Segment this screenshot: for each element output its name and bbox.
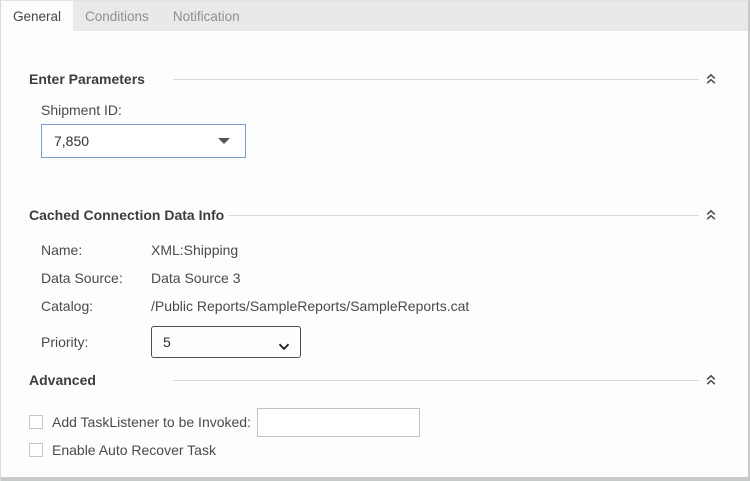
section-divider-line	[228, 214, 699, 216]
collapse-section-icon[interactable]	[705, 374, 717, 386]
info-row-name: Name: XML:Shipping	[41, 241, 748, 259]
chevron-down-icon	[278, 338, 290, 354]
info-row-data-source: Data Source: Data Source 3	[41, 269, 748, 287]
horizontal-scrollbar[interactable]	[1, 477, 748, 481]
tab-notification[interactable]: Notification	[161, 1, 252, 31]
autorecover-label: Enable Auto Recover Task	[52, 442, 216, 458]
section-title-cached-connection: Cached Connection Data Info	[29, 207, 225, 223]
shipment-id-label: Shipment ID:	[41, 102, 122, 118]
collapse-section-icon[interactable]	[705, 73, 717, 85]
shipment-id-combobox[interactable]: 7,850	[41, 124, 246, 158]
section-divider-line	[173, 78, 699, 80]
section-title-enter-parameters: Enter Parameters	[29, 71, 145, 87]
tasklistener-checkbox[interactable]	[29, 415, 43, 429]
section-header-enter-parameters: Enter Parameters	[29, 69, 717, 89]
tasklistener-input[interactable]	[256, 407, 420, 437]
section-divider-line	[173, 379, 699, 381]
tab-conditions-label: Conditions	[85, 8, 149, 24]
caret-down-icon	[218, 138, 230, 144]
task-properties-dialog: General Conditions Notification Enter Pa…	[0, 0, 750, 481]
priority-label: Priority:	[41, 334, 89, 350]
tab-bar: General Conditions Notification	[1, 1, 748, 31]
data-source-value: Data Source 3	[151, 270, 241, 286]
catalog-label: Catalog:	[41, 298, 94, 314]
section-header-cached-connection: Cached Connection Data Info	[29, 205, 717, 225]
data-source-label: Data Source:	[41, 270, 123, 286]
priority-select[interactable]: 5	[151, 326, 301, 358]
tab-notification-label: Notification	[172, 8, 240, 24]
name-value: XML:Shipping	[151, 242, 239, 258]
priority-row: Priority: 5	[41, 326, 748, 358]
tab-conditions[interactable]: Conditions	[73, 1, 161, 31]
section-title-advanced: Advanced	[29, 372, 96, 388]
autorecover-row: Enable Auto Recover Task	[29, 440, 748, 460]
collapse-section-icon[interactable]	[705, 209, 717, 221]
name-label: Name:	[41, 242, 83, 258]
catalog-value: /Public Reports/SampleReports/SampleRepo…	[151, 298, 470, 314]
info-row-catalog: Catalog: /Public Reports/SampleReports/S…	[41, 297, 748, 315]
autorecover-checkbox[interactable]	[29, 443, 43, 457]
tasklistener-label: Add TaskListener to be Invoked:	[52, 414, 251, 430]
shipment-id-value: 7,850	[54, 133, 90, 149]
tab-general[interactable]: General	[1, 1, 74, 31]
tab-general-label: General	[13, 8, 62, 24]
section-header-advanced: Advanced	[29, 370, 717, 390]
priority-value: 5	[163, 334, 171, 350]
tasklistener-row: Add TaskListener to be Invoked:	[29, 407, 748, 437]
